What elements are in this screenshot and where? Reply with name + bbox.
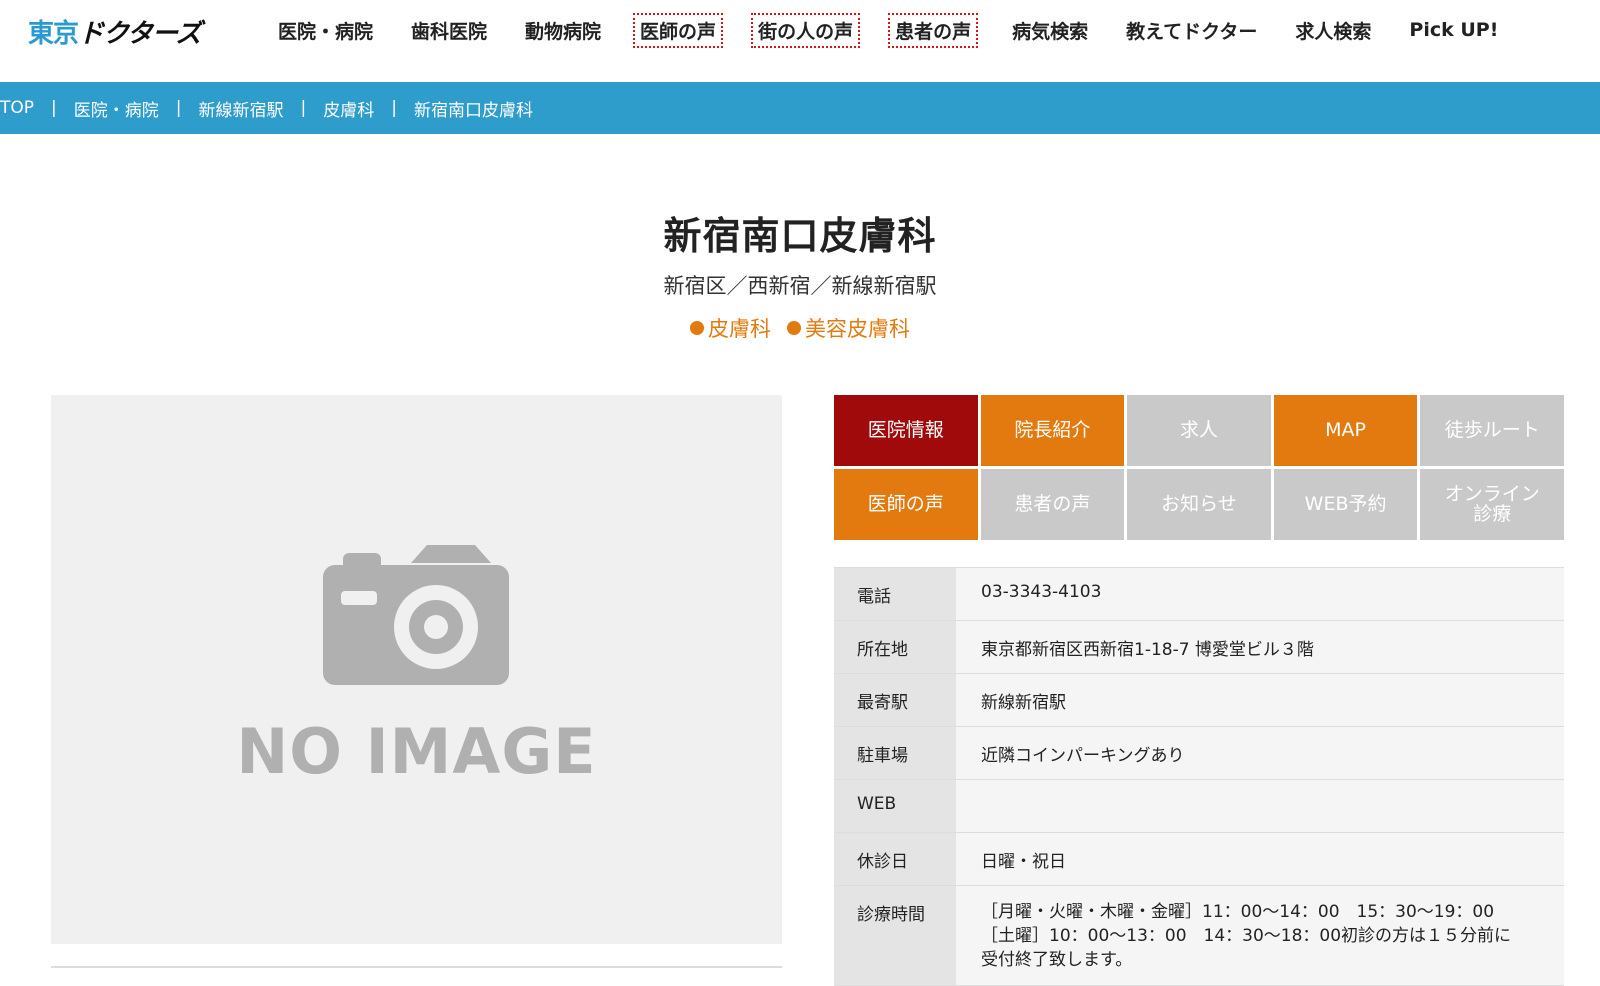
- tag-label: 美容皮膚科: [805, 317, 910, 341]
- site-logo[interactable]: 東京 ドクターズ: [28, 14, 202, 49]
- bullet-dot-icon: [787, 321, 801, 335]
- nav-job-search[interactable]: 求人検索: [1289, 13, 1377, 48]
- tab-patient-voice[interactable]: 患者の声: [980, 469, 1125, 540]
- tag-dermatology[interactable]: 皮膚科: [690, 313, 771, 343]
- tag-label: 皮膚科: [708, 317, 771, 341]
- tab-news[interactable]: お知らせ: [1127, 469, 1271, 540]
- hours-value: ［月曜・火曜・木曜・金曜］11：00〜14：00 15：30〜19：00 ［土曜…: [956, 886, 1564, 985]
- nav-doctor-voice[interactable]: 医師の声: [633, 12, 724, 48]
- table-row: 電話 03-3343-4103: [834, 568, 1564, 621]
- breadcrumb-clinics[interactable]: 医院・病院: [74, 96, 159, 121]
- closed-days-label: 休診日: [834, 833, 956, 885]
- site-header: 東京 ドクターズ 医院・病院 歯科医院 動物病院 医師の声 街の人の声 患者の声…: [0, 0, 1600, 82]
- table-row: 休診日 日曜・祝日: [834, 833, 1564, 886]
- web-label: WEB: [834, 780, 956, 832]
- breadcrumb-top[interactable]: TOP: [0, 98, 34, 118]
- phone-value[interactable]: 03-3343-4103: [956, 568, 1564, 620]
- hours-line: ［月曜・火曜・木曜・金曜］11：00〜14：00 15：30〜19：00: [981, 902, 1495, 922]
- breadcrumb: TOP | 医院・病院 | 新線新宿駅 | 皮膚科 | 新宿南口皮膚科: [0, 82, 1600, 134]
- breadcrumb-separator: |: [175, 98, 182, 118]
- department-tags: 皮膚科 美容皮膚科: [0, 313, 1600, 343]
- address-label: 所在地: [834, 621, 956, 673]
- logo-text-tokyo: 東京: [28, 18, 79, 49]
- breadcrumb-station[interactable]: 新線新宿駅: [199, 96, 284, 121]
- tab-walking-route[interactable]: 徒歩ルート: [1420, 395, 1564, 466]
- nav-pickup[interactable]: Pick UP!: [1403, 15, 1504, 45]
- table-row: 最寄駅 新線新宿駅: [834, 674, 1564, 727]
- global-nav: 医院・病院 歯科医院 動物病院 医師の声 街の人の声 患者の声 病気検索 教えて…: [272, 10, 1504, 50]
- hours-line: 受付終了致します。: [981, 950, 1133, 970]
- station-label: 最寄駅: [834, 674, 956, 726]
- divider: [51, 966, 782, 968]
- table-row: WEB: [834, 780, 1564, 833]
- breadcrumb-current: 新宿南口皮膚科: [413, 100, 533, 121]
- address-value: 東京都新宿区西新宿1-18-7 博愛堂ビル３階: [956, 621, 1564, 673]
- tab-map[interactable]: MAP: [1273, 395, 1418, 466]
- breadcrumb-separator: |: [51, 98, 57, 118]
- table-row: 所在地 東京都新宿区西新宿1-18-7 博愛堂ビル３階: [834, 621, 1564, 674]
- logo-text-doctors: ドクターズ: [78, 18, 202, 49]
- tab-online-consultation[interactable]: オンライン 診療: [1420, 469, 1564, 540]
- tab-web-reservation[interactable]: WEB予約: [1273, 469, 1418, 540]
- tab-clinic-info[interactable]: 医院情報: [834, 395, 978, 466]
- closed-days-value: 日曜・祝日: [956, 833, 1564, 885]
- nav-disease-search[interactable]: 病気検索: [1006, 13, 1094, 48]
- station-value: 新線新宿駅: [956, 674, 1564, 726]
- breadcrumb-separator: |: [300, 98, 307, 118]
- phone-label: 電話: [834, 568, 956, 620]
- page-title: 新宿南口皮膚科: [663, 214, 937, 258]
- bullet-dot-icon: [690, 321, 704, 335]
- breadcrumb-department[interactable]: 皮膚科: [323, 96, 374, 121]
- tab-jobs[interactable]: 求人: [1127, 395, 1271, 466]
- table-row: 駐車場 近隣コインパーキングあり: [834, 727, 1564, 780]
- camera-icon: [323, 545, 509, 685]
- no-image-label: NO IMAGE: [236, 715, 597, 788]
- tab-director[interactable]: 院長紹介: [980, 395, 1125, 466]
- hours-label: 診療時間: [834, 886, 956, 985]
- parking-label: 駐車場: [834, 727, 956, 779]
- clinic-location: 新宿区／西新宿／新線新宿駅: [663, 274, 937, 298]
- tab-doctor-voice[interactable]: 医師の声: [834, 469, 978, 540]
- nav-dental[interactable]: 歯科医院: [405, 13, 493, 48]
- breadcrumb-separator: |: [391, 98, 397, 118]
- clinic-info-table: 電話 03-3343-4103 所在地 東京都新宿区西新宿1-18-7 博愛堂ビ…: [834, 567, 1564, 986]
- nav-animal-hospital[interactable]: 動物病院: [519, 13, 607, 48]
- tag-cosmetic-dermatology[interactable]: 美容皮膚科: [787, 313, 910, 343]
- table-row: 診療時間 ［月曜・火曜・木曜・金曜］11：00〜14：00 15：30〜19：0…: [834, 886, 1564, 986]
- parking-value: 近隣コインパーキングあり: [956, 727, 1564, 779]
- clinic-tabs: 医院情報 院長紹介 求人 MAP 徒歩ルート 医師の声 患者の声 お知らせ WE…: [834, 395, 1564, 541]
- clinic-photo-placeholder: NO IMAGE: [51, 395, 782, 944]
- nav-patient-voice[interactable]: 患者の声: [888, 12, 979, 48]
- hours-line: ［土曜］10：00〜13：00 14：30〜18：00初診の方は１５分前に: [981, 926, 1512, 946]
- nav-clinics[interactable]: 医院・病院: [272, 13, 379, 48]
- web-value[interactable]: [956, 780, 1564, 832]
- nav-ask-doctor[interactable]: 教えてドクター: [1120, 13, 1263, 48]
- nav-street-voice[interactable]: 街の人の声: [751, 12, 861, 48]
